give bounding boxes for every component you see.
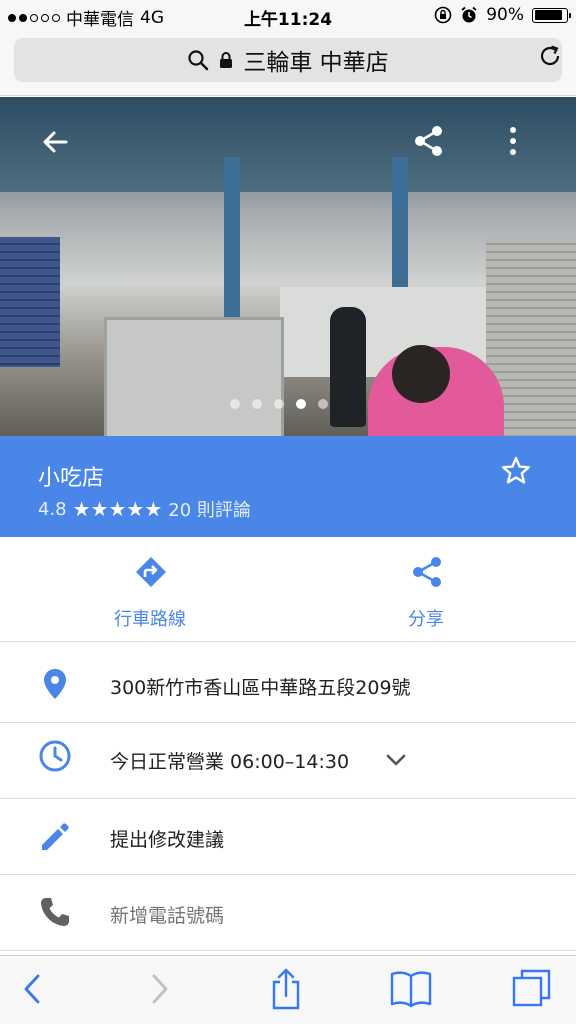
directions-label: 行車路線 [114,609,186,630]
photo-shelf [104,317,284,436]
share-button[interactable]: 分享 [326,537,526,642]
rating-stars: ★★★★★ [72,497,163,521]
rotation-lock-icon [434,6,452,24]
page-title: 三輪車 中華店 [243,50,389,76]
review-count: 20 則評論 [168,500,251,521]
place-photo[interactable] [0,97,576,436]
share-sheet-icon[interactable] [270,968,302,1010]
place-header: 小吃店 4.8 ★★★★★ 20 則評論 [0,436,576,537]
page-dot[interactable] [274,399,284,409]
suggest-edit-row[interactable]: 提出修改建議 [0,799,576,875]
tabs-icon[interactable] [512,968,552,1008]
page-dot[interactable] [230,399,240,409]
directions-button[interactable]: 行車路線 [50,537,250,642]
address-bar[interactable]: 三輪車 中華店 [14,38,562,82]
back-arrow-icon[interactable] [40,127,70,157]
page-dot-active[interactable] [296,399,306,409]
address-row[interactable]: 300新竹市香山區中華路五段209號 [0,643,576,723]
more-options-icon[interactable] [506,125,520,157]
add-phone-row[interactable]: 新增電話號碼 [0,875,576,951]
battery-icon [532,7,571,23]
forward-icon[interactable] [148,972,172,1006]
browser-toolbar [0,955,576,1024]
phone-icon [41,898,69,926]
back-icon[interactable] [20,972,44,1006]
search-icon [188,50,209,71]
suggest-edit-text: 提出修改建議 [110,829,225,851]
share-label: 分享 [408,609,444,630]
hours-text: 今日正常營業 06:00–14:30 [110,751,350,773]
photo-person [330,307,366,427]
alarm-icon [461,6,477,23]
lock-icon [220,52,233,68]
battery-percent: 90% [486,5,524,25]
edit-pencil-icon [42,823,69,850]
clock-icon [39,740,71,772]
rating-value: 4.8 [38,498,67,520]
page-dot[interactable] [318,399,328,409]
share-icon [413,557,441,587]
photo-page-indicator [230,399,328,409]
browser-address-area: 三輪車 中華店 [0,32,576,96]
save-star-icon[interactable] [500,455,532,487]
reload-icon[interactable] [538,44,562,68]
page-dot[interactable] [252,399,262,409]
hours-row[interactable]: 今日正常營業 06:00–14:30 [0,723,576,799]
photo-person-head [392,345,450,403]
status-bar: 中華電信 4G 上午11:24 90% [0,0,576,32]
photo-shutter-left [0,237,60,367]
directions-icon [136,557,166,587]
status-right: 90% [434,5,571,25]
bookmarks-icon[interactable] [390,970,432,1008]
action-bar: 行車路線 分享 [0,537,576,642]
address-text: 300新竹市香山區中華路五段209號 [110,677,411,699]
location-pin-icon [44,669,66,699]
rating-row[interactable]: 4.8 ★★★★★ 20 則評論 [38,496,251,522]
add-phone-text: 新增電話號碼 [110,905,225,927]
chevron-down-icon[interactable] [386,753,406,767]
photo-ceiling [0,97,576,192]
place-category: 小吃店 [38,466,105,491]
share-icon[interactable] [412,124,446,158]
